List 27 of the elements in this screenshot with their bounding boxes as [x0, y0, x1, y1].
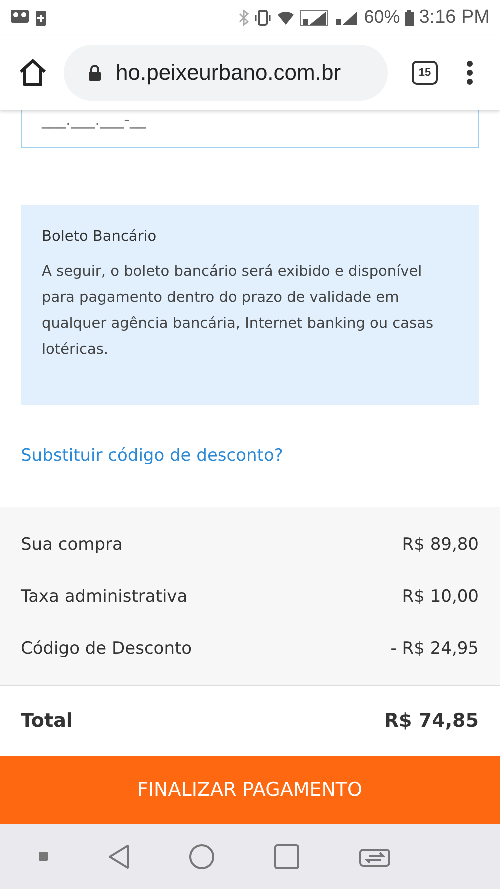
- recents-icon[interactable]: [274, 844, 300, 870]
- summary-value: R$ 10,00: [402, 587, 479, 607]
- discount-link[interactable]: Substituir código de desconto?: [21, 446, 284, 466]
- battery-saver-icon: [35, 8, 47, 26]
- pay-button[interactable]: FINALIZAR PAGAMENTO: [0, 756, 500, 824]
- summary-value: R$ 89,80: [402, 535, 479, 555]
- summary-label: Sua compra: [21, 535, 123, 555]
- summary-label: Código de Desconto: [21, 639, 192, 659]
- address-bar[interactable]: ho.peixeurbano.com.br: [64, 44, 388, 100]
- lock-icon: [88, 64, 102, 82]
- summary-label: Taxa administrativa: [21, 587, 188, 607]
- back-icon[interactable]: [106, 844, 131, 870]
- battery-percentage: 60%: [364, 7, 400, 28]
- total-label: Total: [21, 710, 73, 732]
- info-title: Boleto Bancário: [42, 229, 158, 245]
- battery-icon: [405, 8, 414, 26]
- bluetooth-icon: [239, 8, 250, 26]
- home-icon[interactable]: [18, 58, 48, 86]
- vibrate-icon: [254, 8, 272, 26]
- cpf-field[interactable]: ___.___.___-__: [21, 110, 479, 148]
- summary-value: - R$ 24,95: [390, 639, 479, 659]
- tab-count-button[interactable]: 15: [412, 60, 438, 84]
- menu-icon[interactable]: [466, 60, 474, 86]
- total-value: R$ 74,85: [384, 710, 479, 732]
- clock: 3:16 PM: [419, 6, 490, 28]
- info-text: A seguir, o boleto bancário será exibido e disponível para pagamento dentro do prazo de validade em qualquer agência bancária, Internet banking ou casas lotéricas.: [42, 263, 435, 360]
- signal-icon: [300, 8, 330, 26]
